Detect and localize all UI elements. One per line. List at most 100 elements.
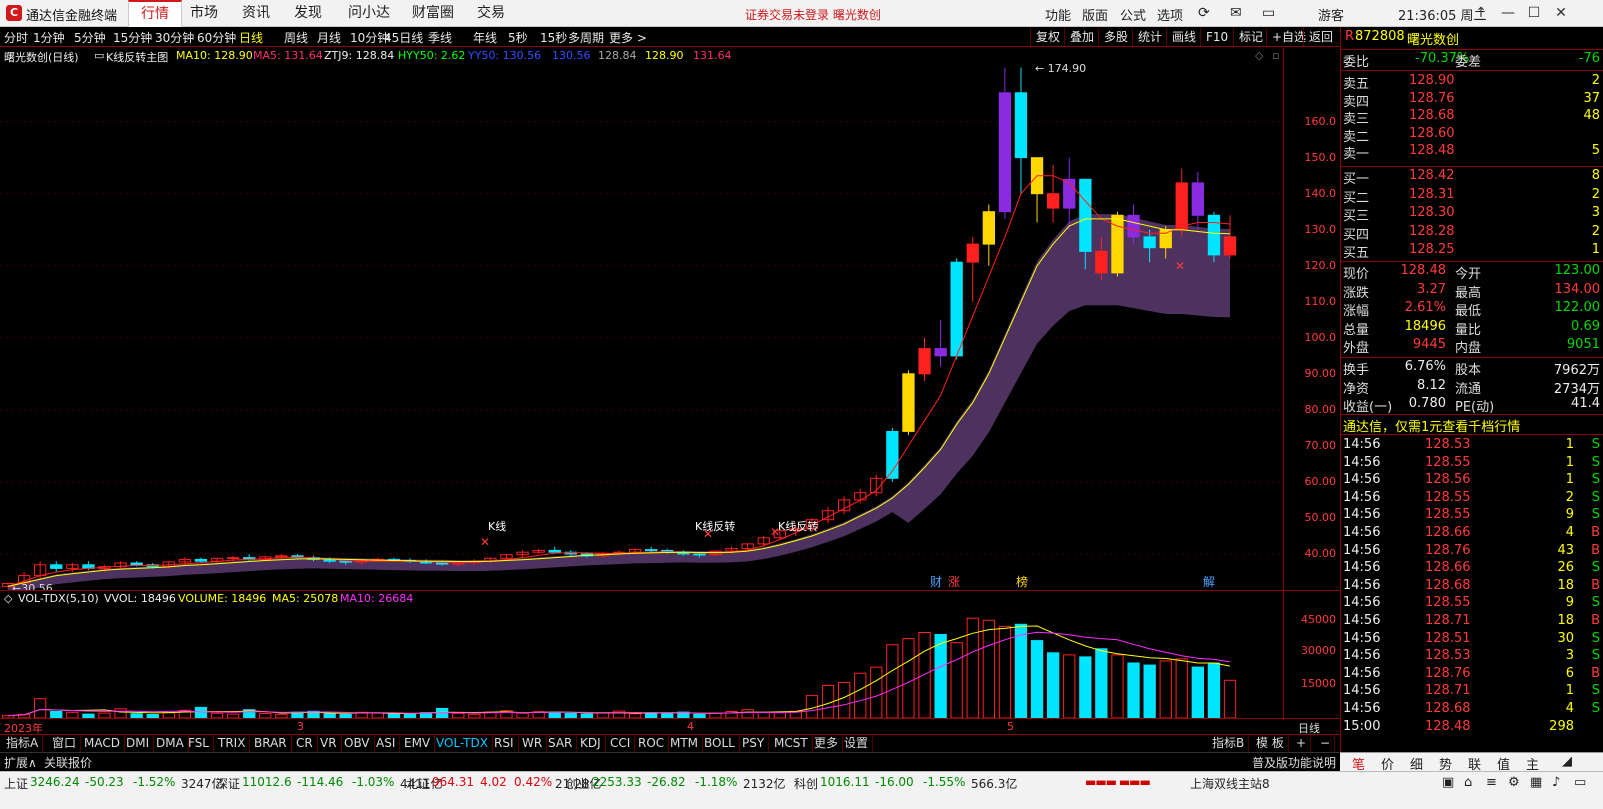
maximize-button[interactable]: ☐ xyxy=(1523,3,1545,23)
indicator-tab-5[interactable]: FSL xyxy=(184,735,214,752)
period-11[interactable]: 季线 xyxy=(428,29,452,46)
period-10[interactable]: 45日线 xyxy=(384,29,423,46)
menu-functions[interactable]: 功能 xyxy=(1045,5,1071,24)
tool-button-3[interactable]: 统计 xyxy=(1132,28,1167,46)
indicator-tab-8[interactable]: CR xyxy=(292,735,318,752)
quote-tab-3[interactable]: 势 xyxy=(1439,754,1452,773)
period-14[interactable]: 15秒 xyxy=(540,29,567,46)
ask-price[interactable]: 128.76 xyxy=(1409,91,1455,106)
more-options-icon[interactable]: ◢ xyxy=(1562,754,1572,769)
indicator-tab-11[interactable]: ASI xyxy=(372,735,401,752)
pin-icon[interactable]: ↑ xyxy=(1470,3,1492,23)
menu-options[interactable]: 选项 xyxy=(1157,5,1183,24)
menu-layout[interactable]: 版面 xyxy=(1082,5,1108,24)
event-tag[interactable]: 解 xyxy=(1203,575,1215,589)
vol-settings-icon[interactable]: ◇ xyxy=(4,592,12,605)
indicator-tab-24[interactable]: 更多 xyxy=(810,735,844,752)
bid-price[interactable]: 128.30 xyxy=(1409,205,1455,220)
minimize-button[interactable]: — xyxy=(1497,3,1519,23)
period-6[interactable]: 日线 xyxy=(239,29,263,46)
period-4[interactable]: 30分钟 xyxy=(155,29,194,46)
indicator-right-tab-2[interactable]: + xyxy=(1292,735,1312,752)
tool-button-1[interactable]: 叠加 xyxy=(1064,28,1099,46)
bid-price[interactable]: 128.31 xyxy=(1409,187,1455,202)
indicator-tab-18[interactable]: CCI xyxy=(606,735,636,752)
tool-button-4[interactable]: 画线 xyxy=(1166,28,1201,46)
menu-discover[interactable]: 发现 xyxy=(282,0,334,27)
status-tool-icon[interactable]: ⚙ xyxy=(1508,775,1520,790)
server-name[interactable]: 上海双线主站8 xyxy=(1190,775,1270,792)
indicator-tab-3[interactable]: DMI xyxy=(122,735,155,752)
index-name[interactable]: 创业 xyxy=(566,775,590,792)
indicator-tab-20[interactable]: MTM xyxy=(666,735,704,752)
guest-user[interactable]: 游客 xyxy=(1318,5,1344,24)
menu-formula[interactable]: 公式 xyxy=(1120,5,1146,24)
period-16[interactable]: 更多 > xyxy=(609,29,647,46)
indicator-right-tab-3[interactable]: − xyxy=(1316,735,1336,752)
period-5[interactable]: 60分钟 xyxy=(197,29,236,46)
mail-icon[interactable]: ▭ xyxy=(1262,5,1275,21)
chart-close-icon[interactable]: ▫ xyxy=(1272,49,1279,62)
menu-market[interactable]: 市场 xyxy=(178,0,230,27)
related-quotes-button[interactable]: 关联报价 xyxy=(44,754,92,771)
tool-button-2[interactable]: 多股 xyxy=(1098,28,1133,46)
event-tag[interactable]: 财 xyxy=(930,575,942,589)
quote-tab-4[interactable]: 联 xyxy=(1468,754,1481,773)
indicator-tab-17[interactable]: KDJ xyxy=(576,735,606,752)
menu-wealth[interactable]: 财富圈 xyxy=(400,0,466,27)
bid-price[interactable]: 128.28 xyxy=(1409,224,1455,239)
tool-button-6[interactable]: 标记 xyxy=(1233,28,1268,46)
indicator-tab-2[interactable]: MACD xyxy=(80,735,125,752)
period-8[interactable]: 月线 xyxy=(317,29,341,46)
index-name[interactable]: 深证 xyxy=(216,775,240,792)
promo-link[interactable]: 通达信，仅需1元查看千档行情 xyxy=(1343,416,1520,435)
indicator-tab-10[interactable]: OBV xyxy=(340,735,375,752)
index-name[interactable]: 北证 xyxy=(406,775,430,792)
indicator-tab-15[interactable]: WR xyxy=(518,735,548,752)
indicator-tab-0[interactable]: 指标A xyxy=(2,735,44,752)
indicator-tab-23[interactable]: MCST xyxy=(770,735,813,752)
event-tag[interactable]: 涨 xyxy=(948,574,960,589)
menu-trade[interactable]: 交易 xyxy=(465,0,517,27)
status-tool-icon[interactable]: ▭ xyxy=(1574,775,1586,790)
indicator-tab-25[interactable]: 设置 xyxy=(840,735,874,752)
period-13[interactable]: 5秒 xyxy=(508,29,528,46)
tool-button-0[interactable]: 复权 xyxy=(1030,28,1065,46)
menu-ask[interactable]: 问小达 xyxy=(336,0,402,27)
status-tool-icon[interactable]: ≡ xyxy=(1486,775,1497,790)
expand-button[interactable]: 扩展∧ xyxy=(4,754,37,771)
ask-price[interactable]: 128.68 xyxy=(1409,108,1455,123)
indicator-tab-16[interactable]: SAR xyxy=(544,735,578,752)
edition-help-link[interactable]: 普及版功能说明 xyxy=(1252,754,1336,771)
indicator-tab-6[interactable]: TRIX xyxy=(214,735,251,752)
indicator-right-tab-1[interactable]: 模 板 xyxy=(1252,735,1289,752)
index-name[interactable]: 科创 xyxy=(794,775,818,792)
event-tag[interactable]: 榜 xyxy=(1016,574,1028,589)
indicator-tab-9[interactable]: VR xyxy=(316,735,342,752)
bid-price[interactable]: 128.42 xyxy=(1409,168,1455,183)
indicator-tab-12[interactable]: EMV xyxy=(400,735,436,752)
chart-settings-icon[interactable]: ◇ xyxy=(1255,49,1263,62)
ask-price[interactable]: 128.60 xyxy=(1409,126,1455,141)
status-tool-icon[interactable]: ▦ xyxy=(1530,775,1542,790)
period-12[interactable]: 年线 xyxy=(473,29,497,46)
period-0[interactable]: 分时 xyxy=(4,29,28,46)
stock-name[interactable]: 曙光数创 xyxy=(1407,29,1459,48)
indicator-tab-1[interactable]: 窗口 xyxy=(48,735,82,752)
period-7[interactable]: 周线 xyxy=(284,29,308,46)
period-3[interactable]: 15分钟 xyxy=(113,29,152,46)
status-tool-icon[interactable]: ▣ xyxy=(1442,775,1454,790)
refresh-icon[interactable]: ⟳ xyxy=(1198,5,1210,21)
volume-chart[interactable] xyxy=(0,606,1283,718)
period-2[interactable]: 5分钟 xyxy=(74,29,106,46)
status-tool-icon[interactable]: ⌂ xyxy=(1464,775,1472,790)
vol-indicator-name[interactable]: VOL-TDX(5,10) xyxy=(18,592,99,605)
indicator-right-tab-0[interactable]: 指标B xyxy=(1208,735,1250,752)
menu-news[interactable]: 资讯 xyxy=(230,0,282,27)
main-indicator-dropdown[interactable]: ▭ xyxy=(94,49,104,62)
quote-tab-1[interactable]: 价 xyxy=(1381,754,1394,773)
quote-tab-2[interactable]: 细 xyxy=(1410,754,1423,773)
indicator-tab-22[interactable]: PSY xyxy=(738,735,770,752)
bid-price[interactable]: 128.25 xyxy=(1409,242,1455,257)
ask-price[interactable]: 128.48 xyxy=(1409,143,1455,158)
